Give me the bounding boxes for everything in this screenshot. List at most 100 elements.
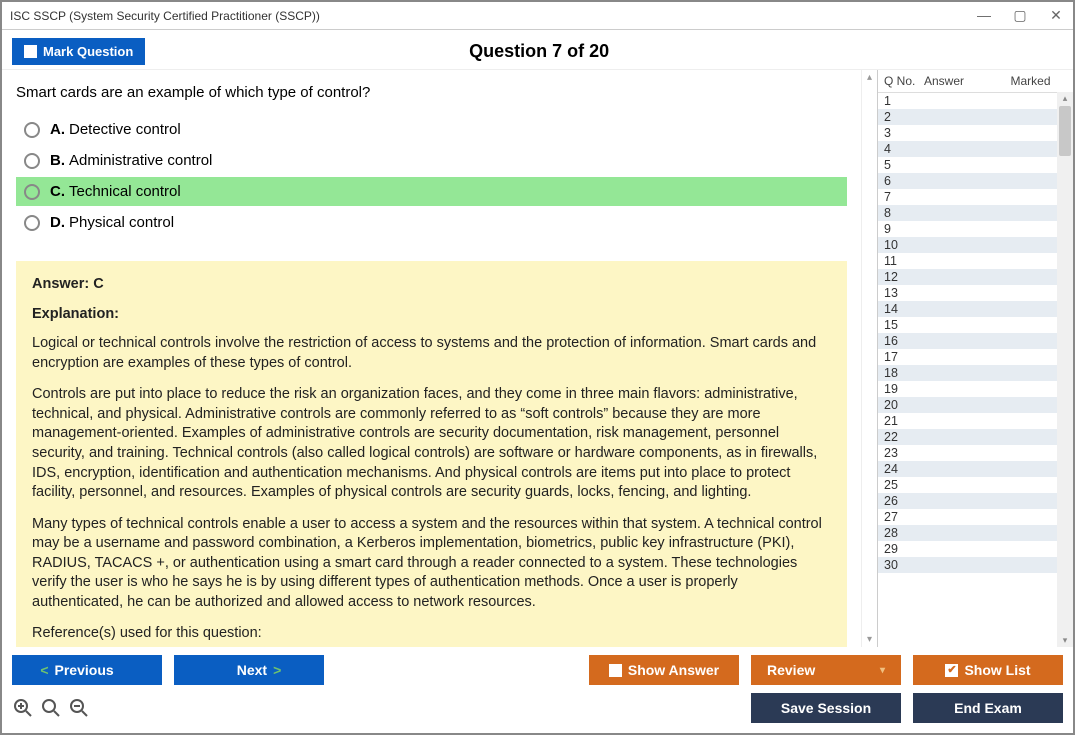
save-session-button[interactable]: Save Session (751, 693, 901, 723)
row-number: 19 (884, 382, 924, 396)
question-row-5[interactable]: 5 (878, 157, 1057, 173)
question-number-list[interactable]: 1234567891011121314151617181920212223242… (878, 92, 1057, 647)
radio-icon (24, 215, 40, 231)
row-number: 7 (884, 190, 924, 204)
scroll-up-icon[interactable]: ▴ (867, 72, 872, 83)
scroll-down-icon[interactable]: ▾ (867, 634, 872, 645)
review-dropdown[interactable]: Review ▾ (751, 655, 901, 685)
end-exam-label: End Exam (954, 700, 1022, 716)
question-row-14[interactable]: 14 (878, 301, 1057, 317)
row-number: 18 (884, 366, 924, 380)
checkbox-icon (24, 45, 37, 58)
option-letter: B. (50, 152, 65, 169)
question-row-11[interactable]: 11 (878, 253, 1057, 269)
option-text: Detective control (69, 121, 181, 138)
option-text: Administrative control (69, 152, 212, 169)
question-row-28[interactable]: 28 (878, 525, 1057, 541)
show-list-label: Show List (964, 662, 1030, 678)
button-row-1: < Previous Next > Show Answer Review ▾ S… (12, 655, 1063, 685)
question-row-8[interactable]: 8 (878, 205, 1057, 221)
question-row-29[interactable]: 29 (878, 541, 1057, 557)
next-button[interactable]: Next > (174, 655, 324, 685)
question-row-25[interactable]: 25 (878, 477, 1057, 493)
row-number: 25 (884, 478, 924, 492)
row-number: 5 (884, 158, 924, 172)
previous-label: Previous (55, 662, 114, 678)
chevron-right-icon: > (273, 662, 281, 678)
scroll-up-icon[interactable]: ▴ (1057, 93, 1073, 104)
main-area: Smart cards are an example of which type… (2, 69, 1073, 647)
previous-button[interactable]: < Previous (12, 655, 162, 685)
row-number: 10 (884, 238, 924, 252)
content-scrollbar[interactable]: ▴ ▾ (861, 70, 877, 647)
row-number: 16 (884, 334, 924, 348)
question-counter: Question 7 of 20 (145, 41, 933, 62)
content-pane: Smart cards are an example of which type… (2, 70, 878, 647)
question-row-23[interactable]: 23 (878, 445, 1057, 461)
show-list-button[interactable]: Show List (913, 655, 1063, 685)
zoom-out-icon[interactable] (68, 697, 90, 719)
scroll-down-icon[interactable]: ▾ (1057, 635, 1073, 646)
question-row-4[interactable]: 4 (878, 141, 1057, 157)
question-row-2[interactable]: 2 (878, 109, 1057, 125)
question-scroll-area[interactable]: Smart cards are an example of which type… (2, 70, 861, 647)
row-number: 12 (884, 270, 924, 284)
minimize-icon[interactable]: — (975, 7, 993, 24)
radio-icon (24, 184, 40, 200)
question-row-22[interactable]: 22 (878, 429, 1057, 445)
question-row-24[interactable]: 24 (878, 461, 1057, 477)
zoom-controls (12, 697, 90, 719)
question-row-10[interactable]: 10 (878, 237, 1057, 253)
question-row-15[interactable]: 15 (878, 317, 1057, 333)
question-row-21[interactable]: 21 (878, 413, 1057, 429)
question-row-9[interactable]: 9 (878, 221, 1057, 237)
row-number: 29 (884, 542, 924, 556)
save-session-label: Save Session (781, 700, 871, 716)
question-list-panel: Q No. Answer Marked 12345678910111213141… (878, 70, 1073, 647)
scrollbar-thumb[interactable] (1059, 106, 1071, 156)
question-row-12[interactable]: 12 (878, 269, 1057, 285)
option-letter: C. (50, 183, 65, 200)
answer-box: Answer: C Explanation: Logical or techni… (16, 261, 847, 647)
question-row-17[interactable]: 17 (878, 349, 1057, 365)
next-label: Next (237, 662, 267, 678)
maximize-icon[interactable]: ▢ (1011, 7, 1029, 24)
question-row-16[interactable]: 16 (878, 333, 1057, 349)
option-c[interactable]: C. Technical control (16, 177, 847, 206)
row-number: 13 (884, 286, 924, 300)
radio-icon (24, 153, 40, 169)
show-answer-button[interactable]: Show Answer (589, 655, 739, 685)
row-number: 2 (884, 110, 924, 124)
question-row-30[interactable]: 30 (878, 557, 1057, 573)
question-row-13[interactable]: 13 (878, 285, 1057, 301)
checkbox-checked-icon (945, 664, 958, 677)
row-number: 15 (884, 318, 924, 332)
list-scrollbar[interactable]: ▴ ▾ (1057, 92, 1073, 647)
question-row-3[interactable]: 3 (878, 125, 1057, 141)
end-exam-button[interactable]: End Exam (913, 693, 1063, 723)
question-row-7[interactable]: 7 (878, 189, 1057, 205)
chevron-down-icon: ▾ (880, 665, 885, 676)
option-d[interactable]: D. Physical control (16, 208, 847, 237)
header-marked: Marked (994, 74, 1067, 88)
mark-question-label: Mark Question (43, 44, 133, 59)
zoom-in-icon[interactable] (12, 697, 34, 719)
row-number: 26 (884, 494, 924, 508)
option-a[interactable]: A. Detective control (16, 115, 847, 144)
row-number: 27 (884, 510, 924, 524)
explanation-label: Explanation: (32, 305, 831, 325)
question-row-20[interactable]: 20 (878, 397, 1057, 413)
option-letter: D. (50, 214, 65, 231)
question-row-26[interactable]: 26 (878, 493, 1057, 509)
question-row-19[interactable]: 19 (878, 381, 1057, 397)
option-b[interactable]: B. Administrative control (16, 146, 847, 175)
question-row-27[interactable]: 27 (878, 509, 1057, 525)
question-row-6[interactable]: 6 (878, 173, 1057, 189)
question-row-18[interactable]: 18 (878, 365, 1057, 381)
close-icon[interactable]: ✕ (1047, 7, 1065, 24)
zoom-reset-icon[interactable] (40, 697, 62, 719)
question-row-1[interactable]: 1 (878, 93, 1057, 109)
row-number: 28 (884, 526, 924, 540)
row-number: 1 (884, 94, 924, 108)
mark-question-button[interactable]: Mark Question (12, 38, 145, 65)
